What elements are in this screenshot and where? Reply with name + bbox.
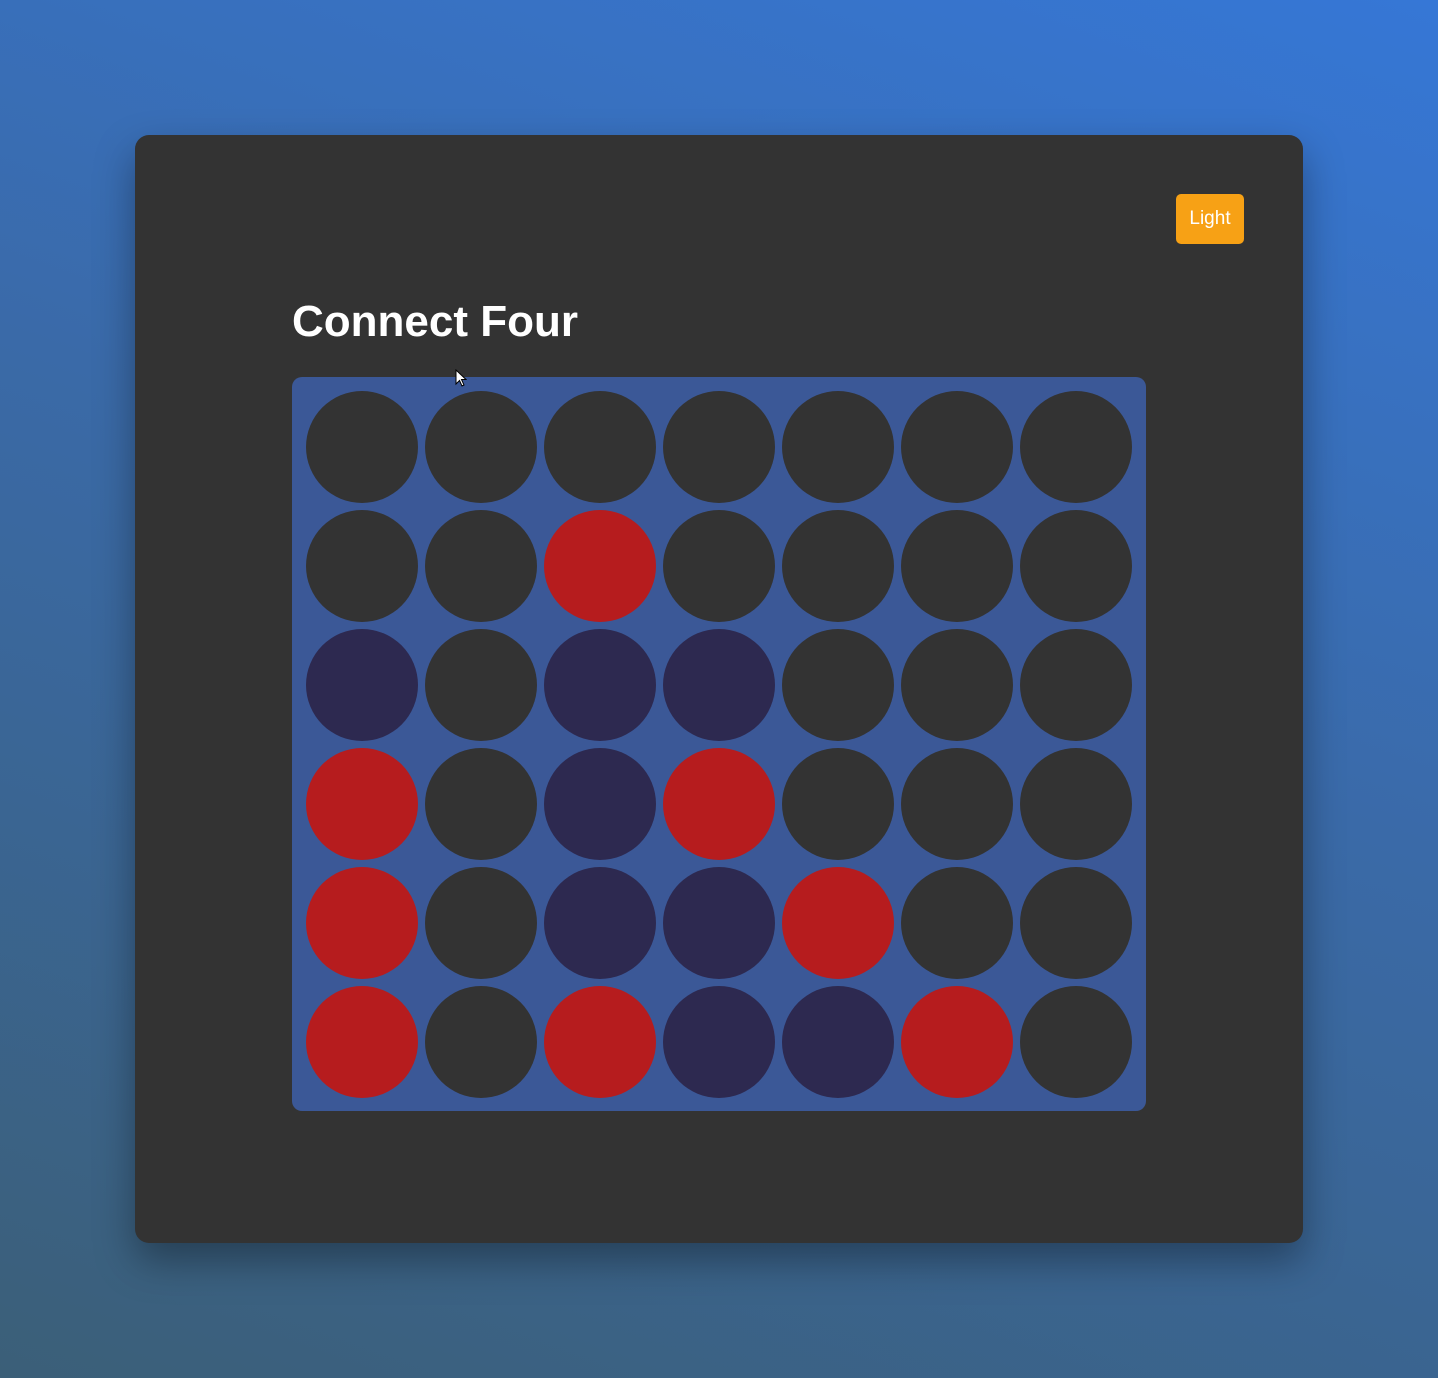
board-cell-r4-c5-empty[interactable] (782, 748, 894, 860)
board-cell-r4-c6-empty[interactable] (901, 748, 1013, 860)
board-cell-r5-c2-empty[interactable] (425, 867, 537, 979)
board-cell-r1-c2-empty[interactable] (425, 391, 537, 503)
game-board (292, 377, 1146, 1111)
board-cell-r3-c4-purple[interactable] (663, 629, 775, 741)
board-cell-r4-c3-purple[interactable] (544, 748, 656, 860)
board-cell-r4-c1-red[interactable] (306, 748, 418, 860)
board-cell-r4-c4-red[interactable] (663, 748, 775, 860)
board-cell-r6-c7-empty[interactable] (1020, 986, 1132, 1098)
board-cell-r3-c7-empty[interactable] (1020, 629, 1132, 741)
board-cell-r3-c3-purple[interactable] (544, 629, 656, 741)
board-cell-r1-c1-empty[interactable] (306, 391, 418, 503)
board-cell-r2-c2-empty[interactable] (425, 510, 537, 622)
board-cell-r4-c7-empty[interactable] (1020, 748, 1132, 860)
theme-toggle-button[interactable]: Light (1176, 194, 1244, 244)
board-cell-r5-c7-empty[interactable] (1020, 867, 1132, 979)
board-cell-r5-c5-red[interactable] (782, 867, 894, 979)
board-cell-r3-c2-empty[interactable] (425, 629, 537, 741)
board-cell-r1-c4-empty[interactable] (663, 391, 775, 503)
board-cell-r2-c3-red[interactable] (544, 510, 656, 622)
board-cell-r2-c1-empty[interactable] (306, 510, 418, 622)
board-cell-r5-c4-purple[interactable] (663, 867, 775, 979)
board-cell-r1-c6-empty[interactable] (901, 391, 1013, 503)
board-cell-r2-c5-empty[interactable] (782, 510, 894, 622)
board-cell-r6-c6-red[interactable] (901, 986, 1013, 1098)
board-cell-r5-c3-purple[interactable] (544, 867, 656, 979)
game-window: Light Connect Four (135, 135, 1303, 1243)
board-cell-r6-c5-purple[interactable] (782, 986, 894, 1098)
page-title: Connect Four (292, 297, 578, 346)
board-cell-r1-c7-empty[interactable] (1020, 391, 1132, 503)
board-cell-r2-c7-empty[interactable] (1020, 510, 1132, 622)
board-cell-r4-c2-empty[interactable] (425, 748, 537, 860)
board-cell-r5-c6-empty[interactable] (901, 867, 1013, 979)
board-cell-r6-c4-purple[interactable] (663, 986, 775, 1098)
board-cell-r2-c4-empty[interactable] (663, 510, 775, 622)
board-cell-r1-c3-empty[interactable] (544, 391, 656, 503)
board-cell-r5-c1-red[interactable] (306, 867, 418, 979)
board-cell-r1-c5-empty[interactable] (782, 391, 894, 503)
board-cell-r3-c1-purple[interactable] (306, 629, 418, 741)
board-cell-r6-c3-red[interactable] (544, 986, 656, 1098)
board-cell-r6-c2-empty[interactable] (425, 986, 537, 1098)
board-cell-r3-c5-empty[interactable] (782, 629, 894, 741)
board-cell-r6-c1-red[interactable] (306, 986, 418, 1098)
board-cell-r3-c6-empty[interactable] (901, 629, 1013, 741)
board-cell-r2-c6-empty[interactable] (901, 510, 1013, 622)
